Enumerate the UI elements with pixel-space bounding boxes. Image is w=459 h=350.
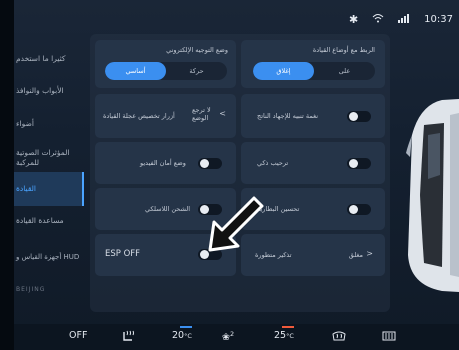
video-safety-card: وضع أمان الفيديو: [95, 142, 236, 184]
welcome-toggle[interactable]: [347, 158, 371, 169]
wireless-charging-label: الشحن اللاسلكي: [145, 205, 191, 213]
fatigue-alert-toggle[interactable]: [347, 111, 371, 122]
driving-settings-panel: وضع التوجيه الإلكتروني أساسي حركة الربط …: [90, 34, 390, 312]
chevron-right-icon: >: [366, 249, 373, 258]
right-temp-value: 25: [274, 330, 287, 341]
custom-buttons-card[interactable]: أزرار تخصيص عجلة القيادة < لا ترجع الوضع: [95, 94, 236, 138]
esp-label: ESP OFF: [105, 249, 141, 259]
steering-option-basic[interactable]: أساسي: [105, 62, 166, 80]
sidebar-item-driving-assist[interactable]: مساعدة القيادة: [14, 216, 84, 226]
advanced-reminder-value: مغلق: [348, 251, 363, 259]
fatigue-alert-label: نغمة تنبيه للإجهاد الناتج: [257, 112, 319, 120]
right-temp[interactable]: 25°C: [274, 330, 294, 341]
sidebar-item-driving[interactable]: القيادة: [14, 172, 84, 206]
seat-heat-icon[interactable]: [122, 330, 136, 345]
wifi-icon: [372, 13, 384, 26]
rear-defrost-icon[interactable]: [332, 330, 346, 345]
status-bar: ✱ 10:37: [349, 10, 453, 28]
left-temp-indicator: [180, 326, 192, 328]
car-image: [406, 99, 459, 292]
steering-mode-label: وضع التوجيه الإلكتروني: [166, 46, 228, 54]
battery-improve-toggle[interactable]: [347, 204, 371, 215]
screen: ✱ 10:37 كثيرا ما استخدم الأبواب والنوافذ…: [0, 0, 459, 350]
clock: 10:37: [424, 13, 453, 25]
drive-mode-link-selector[interactable]: إغلاق على: [253, 62, 375, 80]
left-temp[interactable]: 20°C: [172, 330, 192, 341]
steering-mode-selector[interactable]: أساسي حركة: [105, 62, 227, 80]
drive-mode-link-card: الربط مع أوضاع القيادة إغلاق على: [241, 40, 385, 88]
fan-control[interactable]: ❀2: [222, 330, 234, 343]
ac-off-button[interactable]: OFF: [69, 330, 87, 341]
climate-bar: OFF 20°C ❀2 25°C: [14, 324, 459, 350]
right-temp-indicator: [282, 326, 294, 328]
sidebar-item-sound-effects[interactable]: المؤثرات الصوتية للمركبة: [14, 148, 84, 168]
settings-sidebar: كثيرا ما استخدم الأبواب والنوافذ أضواء ا…: [14, 34, 84, 324]
left-temp-unit: °C: [184, 332, 192, 340]
custom-buttons-value: لا ترجع الوضع: [192, 106, 211, 122]
fan-icon: ❀: [222, 332, 230, 344]
fatigue-alert-card: نغمة تنبيه للإجهاد الناتج: [241, 94, 385, 138]
steering-mode-card: وضع التوجيه الإلكتروني أساسي حركة: [95, 40, 236, 88]
drive-mode-link-label: الربط مع أوضاع القيادة: [312, 46, 375, 54]
custom-buttons-label: أزرار تخصيص عجلة القيادة: [103, 112, 175, 120]
chevron-left-icon: <: [219, 109, 226, 118]
pointer-arrow-icon: [208, 196, 264, 252]
video-safety-label: وضع أمان الفيديو: [140, 159, 186, 167]
front-defrost-icon[interactable]: [382, 330, 396, 345]
right-temp-unit: °C: [286, 332, 294, 340]
brand-logo: BEIJING: [16, 286, 46, 293]
sidebar-item-frequently-used[interactable]: كثيرا ما استخدم: [14, 54, 84, 64]
signal-icon: [398, 13, 410, 26]
sidebar-item-lights[interactable]: أضواء: [14, 119, 84, 129]
bluetooth-icon: ✱: [348, 12, 359, 26]
left-temp-value: 20: [172, 330, 185, 341]
fan-level: 2: [229, 330, 235, 338]
screen-bezel: [0, 0, 14, 350]
video-safety-toggle[interactable]: [198, 158, 222, 169]
drive-link-option-on[interactable]: على: [314, 62, 375, 80]
welcome-card: ترحيب ذكي: [241, 142, 385, 184]
drive-link-option-off[interactable]: إغلاق: [253, 62, 314, 80]
sidebar-item-doors-windows[interactable]: الأبواب والنوافذ: [14, 86, 84, 96]
welcome-label: ترحيب ذكي: [257, 159, 289, 167]
sidebar-item-instruments-hud[interactable]: أجهزة القياس و HUD: [14, 252, 84, 262]
steering-option-sport[interactable]: حركة: [166, 62, 227, 80]
